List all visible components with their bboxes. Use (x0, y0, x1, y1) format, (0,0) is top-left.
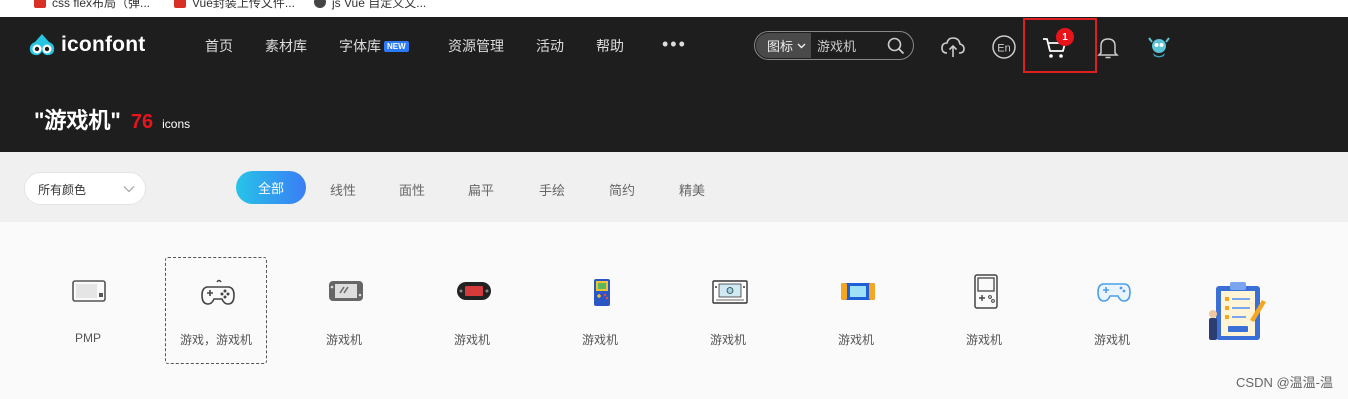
bookmark-favicon-icon (34, 0, 46, 8)
icon-label: 游戏机 (581, 333, 618, 347)
switch-icon (329, 281, 363, 301)
gamepad-icon (201, 279, 235, 305)
icon-card[interactable] (1189, 257, 1291, 364)
icon-card[interactable]: 游戏机 (549, 257, 651, 364)
bookmark-favicon-icon (174, 0, 186, 8)
cart-count-badge: 1 (1056, 28, 1074, 46)
bell-icon[interactable] (1095, 34, 1121, 60)
bookmark-item[interactable]: js Vue 自定义文... (314, 0, 426, 10)
icon-card[interactable]: 游戏机 (677, 257, 779, 364)
pmp-icon (72, 280, 106, 302)
logo[interactable]: iconfont (27, 31, 145, 59)
iconfont-logo-icon (29, 34, 55, 56)
chevron-down-icon (123, 186, 135, 193)
icon-label: 游戏机 (453, 333, 490, 347)
nav-fonts-label: 字体库 (339, 38, 381, 54)
page: css flex布局（弹... Vue封装上传文件... js Vue 自定义文… (0, 0, 1348, 399)
color-select[interactable]: 所有颜色 (24, 172, 146, 205)
bookmark-label: js Vue 自定义文... (332, 0, 427, 10)
nav-home[interactable]: 首页 (205, 36, 233, 56)
result-title: "游戏机" 76 icons (34, 103, 190, 135)
tab-linear[interactable]: 线性 (330, 180, 356, 199)
nav-materials[interactable]: 素材库 (265, 36, 307, 56)
controller-blue-icon (1097, 283, 1131, 302)
icon-label: 游戏机 (325, 333, 362, 347)
bookmark-favicon-icon (314, 0, 326, 8)
tab-simple[interactable]: 简约 (609, 180, 635, 199)
tab-filled[interactable]: 面性 (399, 180, 425, 199)
handheld-blue-icon (841, 283, 875, 300)
site-header: iconfont 首页 素材库 字体库 NEW 资源管理 活动 帮助 ••• 图标 (0, 17, 1348, 152)
icon-label: 游戏机 (1093, 333, 1130, 347)
logo-text: iconfont (61, 33, 146, 56)
bookmark-item[interactable]: Vue封装上传文件... (174, 0, 295, 10)
search-input[interactable] (817, 36, 885, 55)
bookmark-label: css flex布局（弹... (52, 0, 151, 10)
more-menu-button[interactable]: ••• (662, 35, 687, 53)
icon-label: PMP (74, 331, 101, 345)
handheld-black-icon (457, 282, 491, 300)
nav-resources[interactable]: 资源管理 (448, 36, 504, 56)
icon-card[interactable]: 游戏机 (805, 257, 907, 364)
icon-card[interactable]: 游戏机 (933, 257, 1035, 364)
icon-card[interactable]: 游戏机 (1061, 257, 1163, 364)
nav-fonts[interactable]: 字体库 NEW (339, 36, 409, 56)
gameboy-color-icon (594, 279, 610, 306)
color-select-label: 所有颜色 (38, 183, 87, 197)
icon-card[interactable]: 游戏机 (421, 257, 523, 364)
nav-activities[interactable]: 活动 (536, 36, 564, 56)
result-unit: icons (162, 117, 191, 131)
icon-label: 游戏机 (965, 333, 1002, 347)
new-badge: NEW (384, 41, 409, 52)
bookmark-item[interactable]: css flex布局（弹... (34, 0, 150, 10)
arcade-screen-icon (712, 280, 748, 304)
tab-hand-drawn[interactable]: 手绘 (539, 180, 565, 199)
clipboard-illustration-icon (1209, 282, 1266, 340)
tab-flat[interactable]: 扁平 (468, 180, 494, 199)
language-en-icon[interactable]: En (991, 34, 1017, 60)
watermark: CSDN @温温-温 (1236, 375, 1333, 390)
filter-bar: 所有颜色 全部 线性 面性 扁平 手绘 简约 精美 (0, 152, 1348, 222)
search-type-label: 图标 (767, 39, 794, 54)
upload-cloud-icon[interactable] (940, 34, 966, 60)
icon-card[interactable]: 游戏，游戏机 (165, 257, 267, 364)
chevron-down-icon (797, 43, 806, 48)
bookmark-label: Vue封装上传文件... (192, 0, 295, 10)
icon-label: 游戏，游戏机 (179, 333, 252, 347)
avatar[interactable] (1146, 34, 1172, 60)
gameboy-outline-icon (974, 274, 998, 309)
result-query: "游戏机" (34, 108, 121, 133)
search-type-select[interactable]: 图标 (756, 33, 811, 58)
icon-grid: PMP 游戏，游戏机 游戏机 游戏机 游戏机 游戏机 游戏机 游戏机 游戏机 C… (0, 222, 1348, 399)
svg-text:En: En (997, 43, 1010, 55)
search-box: 图标 (754, 31, 914, 60)
nav-help[interactable]: 帮助 (596, 36, 624, 56)
bookmarks-bar: css flex布局（弹... Vue封装上传文件... js Vue 自定义文… (0, 0, 1348, 17)
icon-label: 游戏机 (709, 333, 746, 347)
result-count: 76 (130, 111, 154, 133)
icon-card[interactable]: 游戏机 (293, 257, 395, 364)
tab-all[interactable]: 全部 (236, 171, 306, 204)
icon-label: 游戏机 (837, 333, 874, 347)
search-icon[interactable] (887, 37, 905, 55)
icon-card[interactable]: PMP (37, 257, 139, 364)
tab-exquisite[interactable]: 精美 (679, 180, 705, 199)
